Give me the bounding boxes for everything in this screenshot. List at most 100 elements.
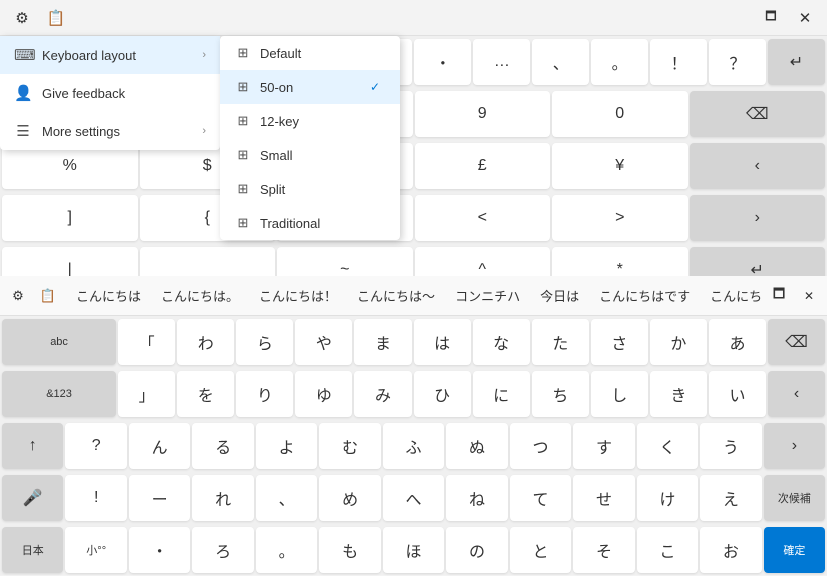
key-ha[interactable]: は <box>414 319 471 365</box>
suggestion-3[interactable]: こんにちは！ <box>249 282 347 309</box>
key-abc[interactable]: abc <box>2 319 116 365</box>
close-suggestions-icon[interactable]: ✕ <box>795 282 823 310</box>
key-tsu[interactable]: つ <box>510 423 571 469</box>
clipboard-icon-small[interactable]: 📋 <box>34 282 62 310</box>
key-lt[interactable]: < <box>415 195 551 241</box>
key-dash-long[interactable]: ー <box>129 475 190 521</box>
key-pound[interactable]: £ <box>415 143 551 189</box>
key-wa[interactable]: わ <box>177 319 234 365</box>
key-na[interactable]: な <box>473 319 530 365</box>
key-se[interactable]: せ <box>573 475 634 521</box>
key-mic[interactable]: 🎤 <box>2 475 63 521</box>
key-comma-j[interactable]: 、 <box>256 475 317 521</box>
menu-give-feedback[interactable]: 👤 Give feedback <box>0 74 220 112</box>
key-ra[interactable]: ら <box>236 319 293 365</box>
suggestion-6[interactable]: 今日は <box>530 282 589 309</box>
key-0[interactable]: 0 <box>552 91 688 137</box>
key-ri[interactable]: り <box>236 371 293 417</box>
key-o[interactable]: お <box>700 527 761 573</box>
key-a[interactable]: あ <box>709 319 766 365</box>
suggestion-5[interactable]: コンニチハ <box>445 282 530 309</box>
expand-icon[interactable]: 🗖 <box>765 282 793 310</box>
key-ko[interactable]: こ <box>637 527 698 573</box>
key-exclaim[interactable]: ！ <box>650 39 707 85</box>
submenu-default[interactable]: ⊞ Default <box>220 36 400 70</box>
key-ka[interactable]: か <box>650 319 707 365</box>
suggestion-8[interactable]: こんにちは〜 <box>700 282 761 309</box>
suggestion-4[interactable]: こんにちは〜 <box>347 282 445 309</box>
key-123[interactable]: &123 <box>2 371 116 417</box>
key-sa[interactable]: さ <box>591 319 648 365</box>
key-fu[interactable]: ふ <box>383 423 444 469</box>
key-middle-dot[interactable]: ・ <box>129 527 190 573</box>
key-ni[interactable]: に <box>473 371 530 417</box>
key-ne[interactable]: ね <box>446 475 507 521</box>
key-yu[interactable]: ゆ <box>295 371 352 417</box>
key-ru[interactable]: る <box>192 423 253 469</box>
key-right-arrow[interactable]: › <box>690 195 826 241</box>
key-ho[interactable]: ほ <box>383 527 444 573</box>
key-wo[interactable]: を <box>177 371 234 417</box>
key-me[interactable]: め <box>319 475 380 521</box>
key-9[interactable]: 9 <box>415 91 551 137</box>
key-re[interactable]: れ <box>192 475 253 521</box>
key-comma[interactable]: 、 <box>532 39 589 85</box>
submenu-split[interactable]: ⊞ Split <box>220 172 400 206</box>
submenu-small[interactable]: ⊞ Small <box>220 138 400 172</box>
settings-icon-small[interactable]: ⚙ <box>4 282 32 310</box>
close-button[interactable]: ✕ <box>791 4 819 32</box>
key-yo[interactable]: よ <box>256 423 317 469</box>
key-hi[interactable]: ひ <box>414 371 471 417</box>
key-te[interactable]: て <box>510 475 571 521</box>
key-rb[interactable]: ] <box>2 195 138 241</box>
key-enter[interactable]: ↵ <box>768 39 825 85</box>
submenu-50on[interactable]: ⊞ 50-on ✓ <box>220 70 400 104</box>
key-left-arrow[interactable]: ‹ <box>690 143 826 189</box>
key-rbracket-j[interactable]: 」 <box>118 371 175 417</box>
key-ellipsis[interactable]: … <box>473 39 530 85</box>
key-right-arr-lower[interactable]: › <box>764 423 825 469</box>
suggestion-7[interactable]: こんにちはです <box>589 282 700 309</box>
key-ki[interactable]: き <box>650 371 707 417</box>
key-chi[interactable]: ち <box>532 371 589 417</box>
key-to[interactable]: と <box>510 527 571 573</box>
key-period[interactable]: 。 <box>591 39 648 85</box>
key-ro[interactable]: ろ <box>192 527 253 573</box>
key-su[interactable]: す <box>573 423 634 469</box>
key-mi[interactable]: み <box>354 371 411 417</box>
key-mu[interactable]: む <box>319 423 380 469</box>
clipboard-button[interactable]: 📋 <box>42 4 70 32</box>
key-period-j[interactable]: 。 <box>256 527 317 573</box>
key-i[interactable]: い <box>709 371 766 417</box>
key-confirm[interactable]: 確定 <box>764 527 825 573</box>
menu-more-settings[interactable]: ☰ More settings › <box>0 112 220 150</box>
key-ya[interactable]: や <box>295 319 352 365</box>
key-e[interactable]: え <box>700 475 761 521</box>
restore-button[interactable]: 🗖 <box>757 4 785 32</box>
key-next-candidate[interactable]: 次候補 <box>764 475 825 521</box>
key-left-arr-lower[interactable]: ‹ <box>768 371 825 417</box>
menu-keyboard-layout[interactable]: ⌨ Keyboard layout › <box>0 36 220 74</box>
key-ta[interactable]: た <box>532 319 589 365</box>
submenu-12key[interactable]: ⊞ 12-key <box>220 104 400 138</box>
key-ku[interactable]: く <box>637 423 698 469</box>
key-gt[interactable]: > <box>552 195 688 241</box>
key-no[interactable]: の <box>446 527 507 573</box>
key-exclaim-lower[interactable]: ! <box>65 475 126 521</box>
key-mo[interactable]: も <box>319 527 380 573</box>
key-question-lower[interactable]: ? <box>65 423 126 469</box>
key-nu[interactable]: ぬ <box>446 423 507 469</box>
key-dot[interactable]: ・ <box>414 39 471 85</box>
key-so[interactable]: そ <box>573 527 634 573</box>
key-up-lower[interactable]: ↑ <box>2 423 63 469</box>
key-he[interactable]: へ <box>383 475 444 521</box>
key-question[interactable]: ？ <box>709 39 766 85</box>
key-shi[interactable]: し <box>591 371 648 417</box>
key-n[interactable]: ん <box>129 423 190 469</box>
submenu-traditional[interactable]: ⊞ Traditional <box>220 206 400 240</box>
key-ke[interactable]: け <box>637 475 698 521</box>
suggestion-1[interactable]: こんにちは <box>66 282 151 309</box>
key-backspace[interactable]: ⌫ <box>690 91 826 137</box>
key-yen[interactable]: ¥ <box>552 143 688 189</box>
settings-button[interactable]: ⚙ <box>8 4 36 32</box>
